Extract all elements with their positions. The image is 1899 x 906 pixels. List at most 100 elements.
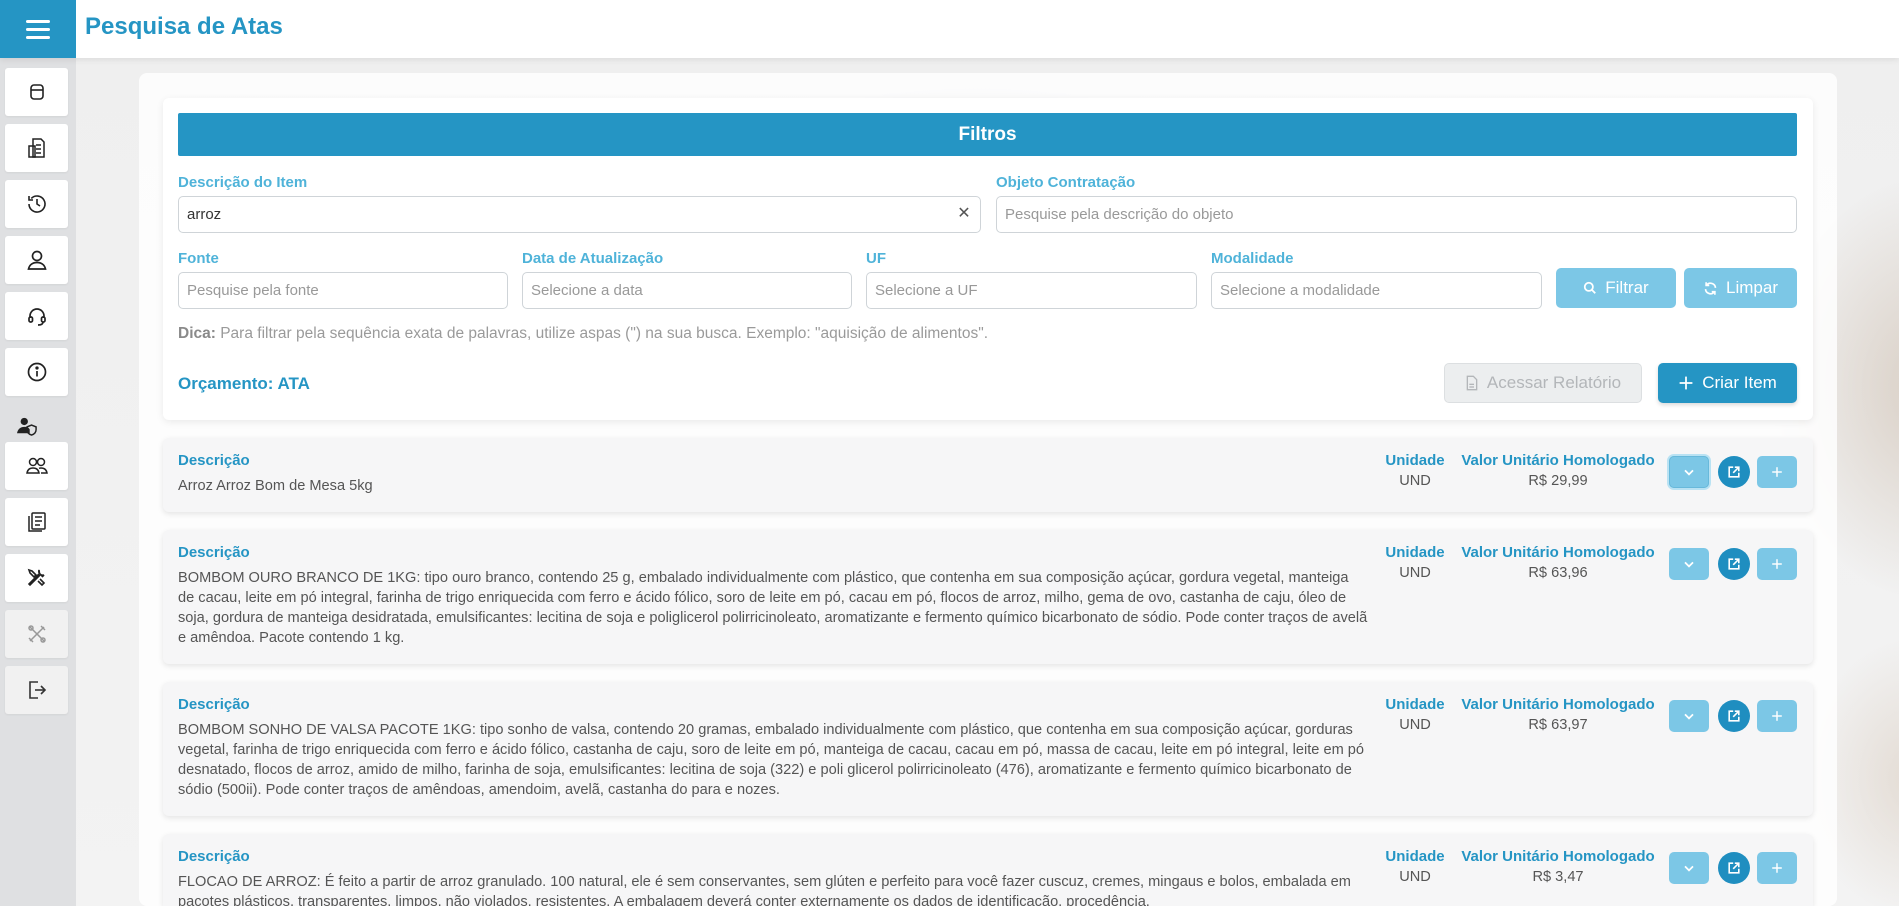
valor-header: Valor Unitário Homologado [1461, 452, 1655, 469]
relatorio-label: Acessar Relatório [1486, 373, 1622, 392]
item-description: BOMBOM OURO BRANCO DE 1KG: tipo ouro bra… [178, 570, 1368, 646]
open-external-button[interactable] [1718, 548, 1750, 580]
uf-label: UF [866, 250, 886, 267]
clear-icon[interactable]: ✕ [956, 206, 972, 222]
filtrar-button[interactable]: Filtrar [1556, 268, 1676, 308]
sidebar-item-report[interactable] [5, 124, 68, 172]
result-card: Descrição BOMBOM OURO BRANCO DE 1KG: tip… [163, 530, 1813, 664]
top-bar: Pesquisa de Atas [0, 0, 1899, 58]
expand-button[interactable] [1669, 548, 1709, 580]
chevron-down-icon [1684, 469, 1694, 476]
data-input[interactable]: Selecione a data [522, 272, 852, 309]
descricao-item-input[interactable]: arroz ✕ [178, 196, 981, 233]
objeto-label: Objeto Contratação [996, 174, 1136, 191]
external-link-icon [1728, 862, 1740, 874]
descricao-header: Descrição [178, 544, 250, 561]
crossed-tools-icon [27, 625, 46, 643]
documents-icon [27, 512, 46, 532]
document-icon [1466, 375, 1478, 391]
descricao-header: Descrição [178, 696, 250, 713]
descricao-item-label: Descrição do Item [178, 174, 308, 191]
valor-column: Valor Unitário Homologado R$ 3,47 [1453, 848, 1663, 885]
valor-value: R$ 3,47 [1532, 869, 1584, 885]
report-icon [27, 138, 45, 158]
unidade-header: Unidade [1385, 848, 1445, 865]
modalidade-label: Modalidade [1211, 250, 1294, 267]
sidebar-item-logout[interactable] [5, 666, 68, 714]
sidebar-item-history[interactable] [5, 180, 68, 228]
filter-header: Filtros [178, 113, 1797, 156]
menu-button[interactable] [0, 0, 76, 58]
add-item-button[interactable] [1757, 548, 1797, 580]
chevron-down-icon [1684, 713, 1694, 720]
expand-button[interactable] [1669, 852, 1709, 884]
chevron-down-icon [1684, 865, 1694, 872]
chevron-down-icon [1684, 561, 1694, 568]
add-item-button[interactable] [1757, 456, 1797, 488]
acessar-relatorio-button[interactable]: Acessar Relatório [1444, 363, 1642, 403]
valor-column: Valor Unitário Homologado R$ 29,99 [1453, 452, 1663, 489]
result-card: Descrição BOMBOM SONHO DE VALSA PACOTE 1… [163, 682, 1813, 816]
result-card: Descrição Arroz Arroz Bom de Mesa 5kg Un… [163, 438, 1813, 512]
valor-value: R$ 29,99 [1528, 473, 1588, 489]
result-card: Descrição FLOCAO DE ARROZ: É feito a par… [163, 834, 1813, 906]
unidade-value: UND [1399, 473, 1431, 489]
open-external-button[interactable] [1718, 852, 1750, 884]
valor-value: R$ 63,97 [1528, 717, 1588, 733]
descricao-header: Descrição [178, 848, 250, 865]
uf-select[interactable]: Selecione a UF [866, 272, 1197, 309]
sidebar-item-info[interactable] [5, 348, 68, 396]
headset-icon [27, 308, 46, 326]
plus-icon [1772, 559, 1782, 569]
unidade-header: Unidade [1385, 452, 1445, 469]
item-description: BOMBOM SONHO DE VALSA PACOTE 1KG: tipo s… [178, 722, 1365, 798]
hamburger-icon [26, 20, 50, 39]
unidade-value: UND [1399, 717, 1431, 733]
unidade-value: UND [1399, 869, 1431, 885]
external-link-icon [1728, 710, 1740, 722]
search-tip: Dica: Para filtrar pela sequência exata … [178, 325, 988, 343]
sidebar-item-dashboard[interactable] [5, 68, 68, 116]
objeto-input[interactable]: Pesquise pela descrição do objeto [996, 196, 1797, 233]
unidade-column: Unidade UND [1375, 848, 1455, 885]
valor-value: R$ 63,96 [1528, 565, 1588, 581]
criar-label: Criar Item [1702, 373, 1777, 392]
plus-icon [1679, 376, 1693, 390]
expand-button[interactable] [1669, 700, 1709, 732]
sidebar-item-users[interactable] [5, 442, 68, 490]
modalidade-select[interactable]: Selecione a modalidade [1211, 272, 1542, 309]
tip-text: Para filtrar pela sequência exata de pal… [220, 325, 989, 342]
unidade-header: Unidade [1385, 544, 1445, 561]
criar-item-button[interactable]: Criar Item [1658, 363, 1797, 403]
users-icon [25, 457, 48, 474]
descricao-item-value: arroz [187, 206, 222, 223]
tip-bold: Dica: [178, 325, 216, 342]
sidebar-item-user[interactable] [5, 236, 68, 284]
add-item-button[interactable] [1757, 700, 1797, 732]
fonte-label: Fonte [178, 250, 219, 267]
dashboard-icon [29, 84, 44, 100]
limpar-label: Limpar [1726, 278, 1778, 297]
expand-button[interactable] [1669, 456, 1709, 488]
logout-icon [28, 681, 46, 699]
history-icon [27, 195, 46, 213]
data-label: Data de Atualização [522, 250, 664, 267]
sidebar-item-support[interactable] [5, 292, 68, 340]
info-icon [27, 362, 46, 382]
search-icon [1584, 281, 1597, 294]
descricao-header: Descrição [178, 452, 250, 469]
open-external-button[interactable] [1718, 456, 1750, 488]
orcamento-label: Orçamento: ATA [178, 374, 310, 393]
sidebar-item-settings-disabled[interactable] [5, 610, 68, 658]
page-title: Pesquisa de Atas [85, 13, 283, 40]
refresh-icon [1704, 281, 1717, 295]
fonte-input[interactable]: Pesquise pela fonte [178, 272, 508, 309]
valor-header: Valor Unitário Homologado [1461, 544, 1655, 561]
sidebar-item-documents[interactable] [5, 498, 68, 546]
limpar-button[interactable]: Limpar [1684, 268, 1797, 308]
add-item-button[interactable] [1757, 852, 1797, 884]
open-external-button[interactable] [1718, 700, 1750, 732]
unidade-column: Unidade UND [1375, 544, 1455, 581]
sidebar-item-tools[interactable] [5, 554, 68, 602]
admin-section-icon [12, 414, 42, 438]
